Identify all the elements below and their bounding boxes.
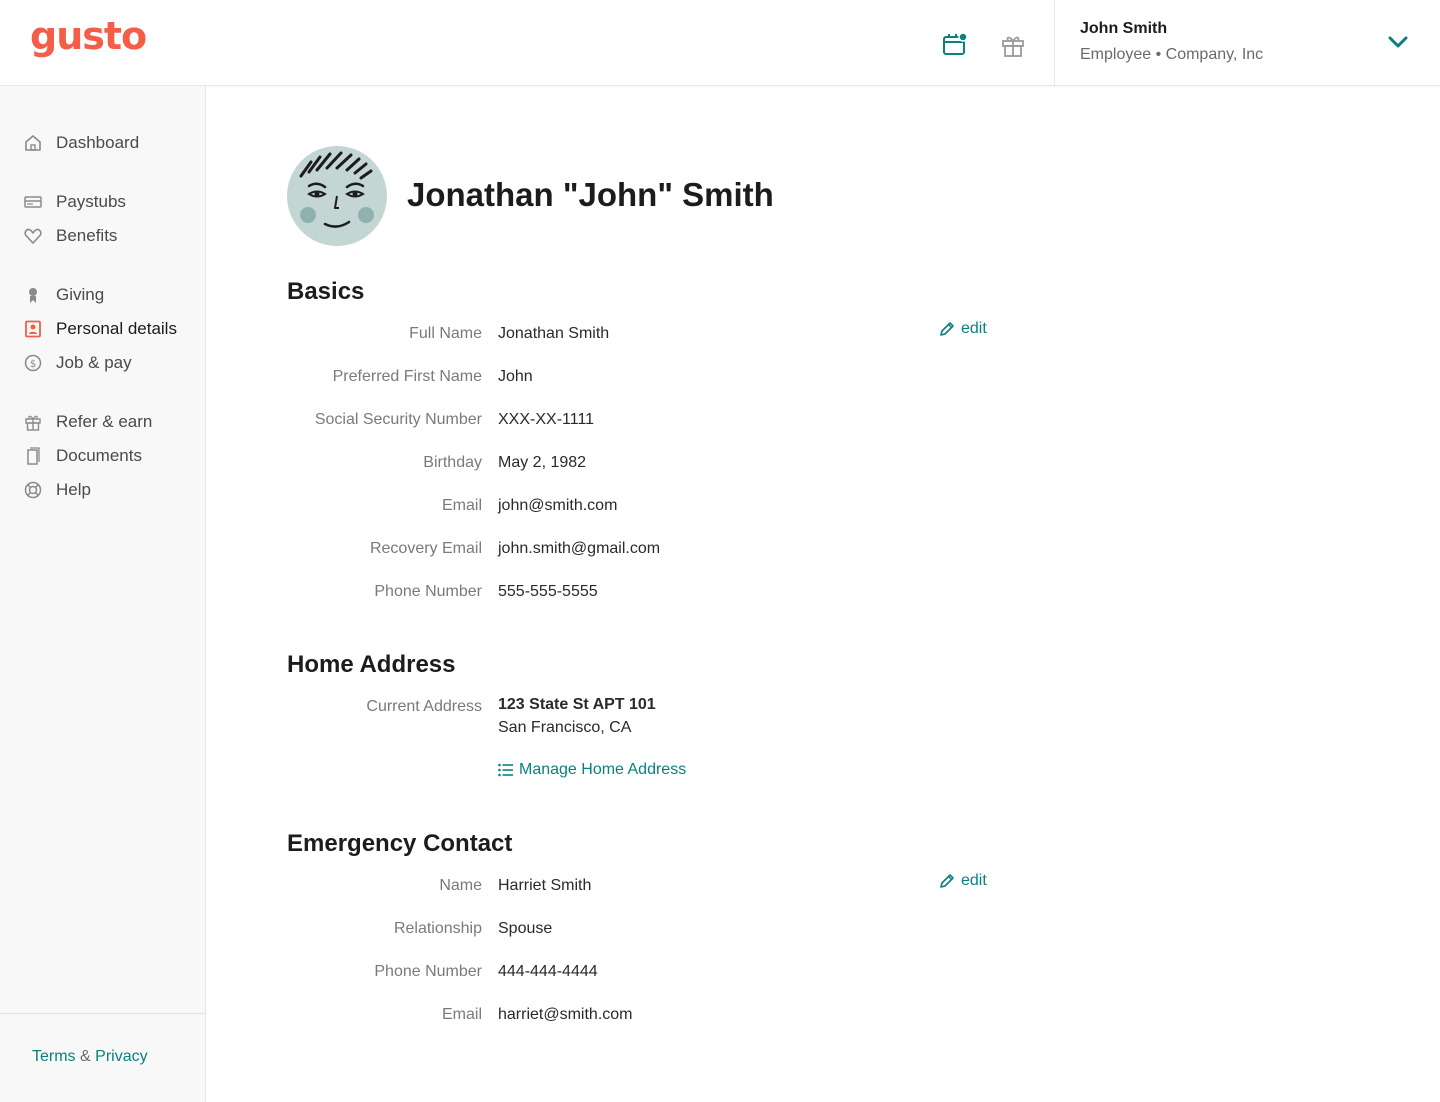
paystub-icon xyxy=(24,196,42,208)
field-label: Full Name xyxy=(409,325,482,342)
field-label: Birthday xyxy=(423,454,482,471)
section-title-basics: Basics xyxy=(287,278,365,305)
sidebar-item-label: Help xyxy=(56,480,91,499)
field-label: Name xyxy=(439,877,482,894)
sidebar: Dashboard Paystubs Benefits Giving Perso… xyxy=(0,86,206,1102)
field-label: Email xyxy=(441,1006,482,1023)
field-label: Preferred First Name xyxy=(332,368,482,385)
gift-icon xyxy=(25,415,41,431)
edit-label: edit xyxy=(961,320,987,337)
sidebar-divider xyxy=(0,1013,205,1014)
sidebar-item-giving[interactable]: Giving xyxy=(0,280,205,310)
home-icon xyxy=(25,135,41,151)
sidebar-item-dashboard[interactable]: Dashboard xyxy=(0,128,205,158)
sidebar-item-help[interactable]: Help xyxy=(0,475,205,505)
terms-ampersand: & xyxy=(80,1048,91,1065)
sidebar-item-label: Giving xyxy=(56,285,105,304)
field-value: 444-444-4444 xyxy=(498,963,598,980)
field-value: Harriet Smith xyxy=(498,877,592,894)
gusto-logo[interactable]: gusto xyxy=(30,14,147,58)
profile-name: Jonathan "John" Smith xyxy=(407,176,774,213)
field-value: John xyxy=(498,368,533,385)
sidebar-item-paystubs[interactable]: Paystubs xyxy=(0,187,205,217)
field-value: May 2, 1982 xyxy=(498,454,587,471)
privacy-link[interactable]: Privacy xyxy=(95,1048,147,1065)
field-label: Phone Number xyxy=(374,963,482,980)
sidebar-item-label: Job & pay xyxy=(56,353,132,372)
pencil-icon xyxy=(940,322,954,336)
sidebar-item-label: Refer & earn xyxy=(56,412,153,431)
address-line-2: San Francisco, CA xyxy=(498,719,632,736)
user-role[interactable]: Employee • Company, Inc xyxy=(1080,46,1263,64)
pencil-icon xyxy=(940,874,954,888)
header-divider xyxy=(1054,0,1055,86)
sidebar-item-refer-earn[interactable]: Refer & earn xyxy=(0,407,205,437)
document-icon xyxy=(27,447,40,465)
sidebar-item-label: Documents xyxy=(56,446,142,465)
basics-edit-button[interactable]: edit xyxy=(939,320,987,338)
sidebar-item-label: Personal details xyxy=(56,319,177,338)
manage-label: Manage Home Address xyxy=(519,761,687,778)
list-icon xyxy=(498,763,513,777)
avatar xyxy=(287,146,387,246)
gift-icon[interactable] xyxy=(1000,32,1026,58)
address-line-1: 123 State St APT 101 xyxy=(498,696,656,713)
heart-icon xyxy=(24,228,42,244)
section-title-home-address: Home Address xyxy=(287,651,456,678)
user-name[interactable]: John Smith xyxy=(1080,20,1167,38)
field-label: Current Address xyxy=(366,698,482,715)
edit-label: edit xyxy=(961,872,987,889)
sidebar-item-label: Dashboard xyxy=(56,133,140,152)
sidebar-item-label: Paystubs xyxy=(56,192,126,211)
sidebar-item-benefits[interactable]: Benefits xyxy=(0,221,205,251)
person-card-icon xyxy=(25,320,41,338)
top-header: gusto John Smith Employee • Company, Inc xyxy=(0,0,1440,86)
field-label: Relationship xyxy=(393,920,482,937)
field-value: 555-555-5555 xyxy=(498,583,598,600)
emergency-edit-button[interactable]: edit xyxy=(939,872,987,890)
terms-privacy: Terms & Privacy xyxy=(32,1048,148,1066)
calendar-notification-icon[interactable] xyxy=(942,32,968,58)
field-label: Social Security Number xyxy=(314,411,482,428)
manage-home-address-link[interactable]: Manage Home Address xyxy=(498,761,686,779)
section-title-emergency-contact: Emergency Contact xyxy=(287,830,513,857)
field-label: Email xyxy=(441,497,482,514)
chevron-down-icon[interactable] xyxy=(1386,32,1410,52)
field-value: XXX-XX-1111 xyxy=(498,411,595,428)
field-value: harriet@smith.com xyxy=(498,1006,633,1023)
sidebar-item-label: Benefits xyxy=(56,226,118,245)
dollar-icon: $ xyxy=(24,354,42,372)
field-label: Phone Number xyxy=(374,583,482,600)
giving-icon xyxy=(29,288,37,303)
field-value: john@smith.com xyxy=(498,497,618,514)
field-label: Recovery Email xyxy=(369,540,482,557)
svg-text:$: $ xyxy=(30,359,36,370)
sidebar-item-personal-details[interactable]: Personal details xyxy=(0,314,205,344)
field-value: Jonathan Smith xyxy=(498,325,610,342)
sidebar-item-job-pay[interactable]: $ Job & pay xyxy=(0,348,205,378)
lifebuoy-icon xyxy=(24,481,42,499)
sidebar-item-documents[interactable]: Documents xyxy=(0,441,205,471)
terms-link[interactable]: Terms xyxy=(32,1048,76,1065)
field-value: Spouse xyxy=(498,920,553,937)
field-value: john.smith@gmail.com xyxy=(498,540,661,557)
